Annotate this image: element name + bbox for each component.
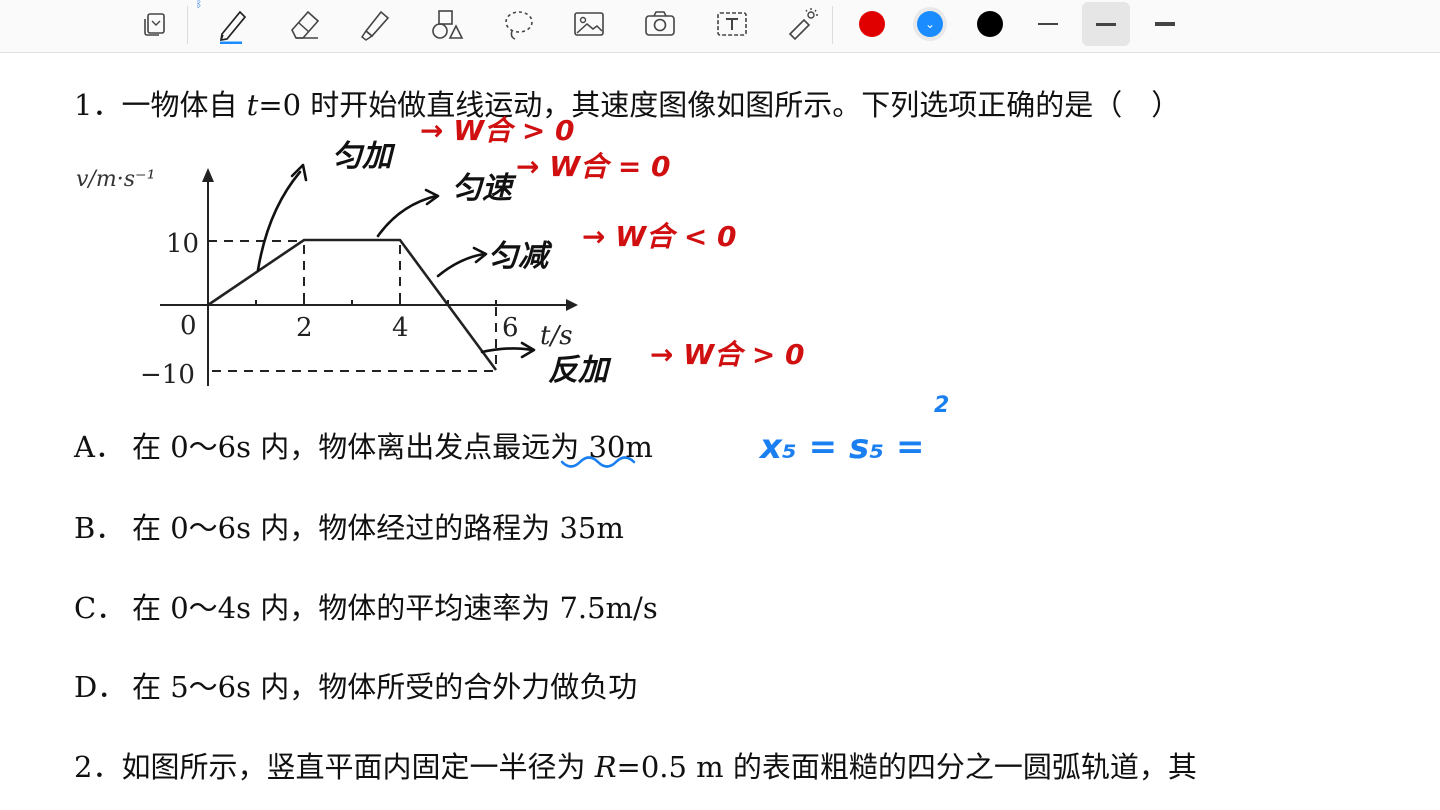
- option-text: 在 5～6s 内，物体所受的合外力做负功: [132, 670, 638, 704]
- question-number: 2．: [74, 750, 122, 784]
- question-text: =0.5 m 的表面粗糙的四分之一圆弧轨道，其: [616, 750, 1197, 784]
- question-text: 如图所示，竖直平面内固定一半径为: [121, 750, 595, 784]
- ink-arrow: [256, 170, 302, 272]
- ink-note-red: → W合 < 0: [582, 220, 737, 253]
- option-text: 在 0～6s 内，物体离出发点最远为 30m: [132, 430, 653, 464]
- option-c[interactable]: C．在 0～4s 内，物体的平均速率为 7.5m/s: [74, 585, 658, 627]
- ink-arrow: [376, 194, 438, 238]
- option-text: 在 0～4s 内，物体的平均速率为 7.5m/s: [132, 591, 658, 625]
- option-b[interactable]: B．在 0～6s 内，物体经过的路程为 35m: [74, 505, 624, 547]
- question-variable: R: [594, 750, 617, 784]
- option-d[interactable]: D．在 5～6s 内，物体所受的合外力做负功: [74, 664, 637, 706]
- ink-note: 匀减: [488, 239, 553, 274]
- ink-note-blue: x₅ = s₅ =: [758, 427, 924, 467]
- option-letter: A．: [74, 430, 124, 464]
- option-letter: B．: [74, 511, 125, 545]
- option-letter: D．: [74, 670, 127, 704]
- ink-note: 匀速: [452, 171, 517, 206]
- ink-arrow: [436, 252, 486, 278]
- ink-note-red: → W合 > 0: [420, 114, 575, 147]
- ink-note-red: → W合 > 0: [650, 338, 805, 371]
- ink-note: 匀加: [332, 139, 396, 174]
- ink-note: 反加: [548, 353, 612, 388]
- ink-note-red: → W合 = 0: [516, 150, 671, 183]
- ink-arrow: [480, 347, 534, 354]
- option-a[interactable]: A．在 0～6s 内，物体离出发点最远为 30m: [74, 424, 653, 466]
- ink-note-blue: 2: [934, 393, 949, 418]
- question-2-stem: 2．如图所示，竖直平面内固定一半径为 R=0.5 m 的表面粗糙的四分之一圆弧轨…: [74, 744, 1197, 786]
- option-letter: C．: [74, 591, 126, 625]
- option-text: 在 0～6s 内，物体经过的路程为 35m: [132, 511, 624, 545]
